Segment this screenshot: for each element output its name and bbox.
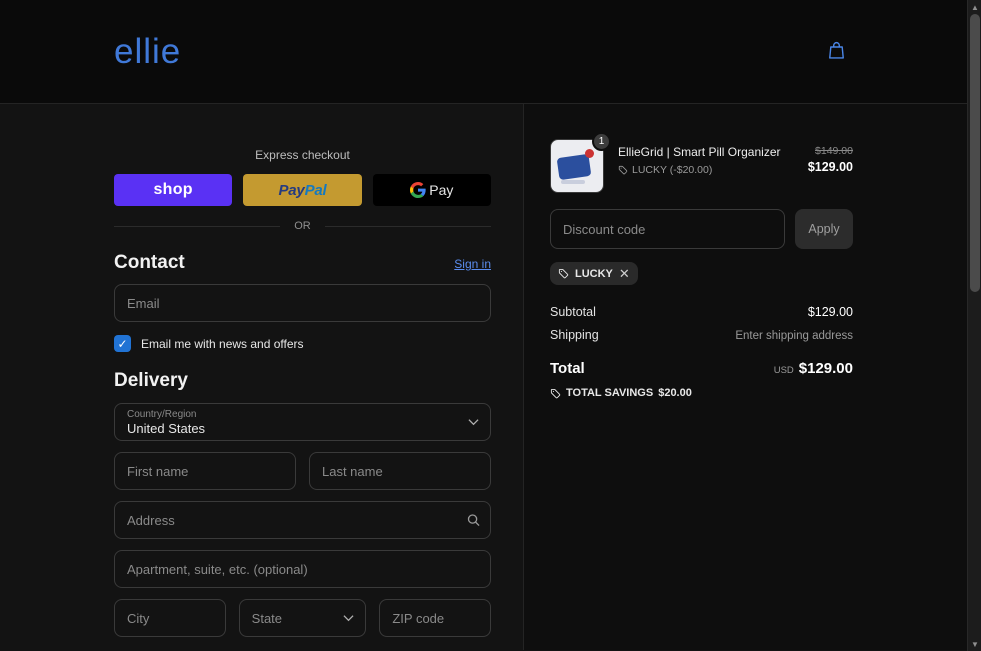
newsletter-checkbox[interactable]: ✓ bbox=[114, 335, 131, 352]
google-pay-button[interactable]: Pay bbox=[372, 174, 491, 206]
express-checkout-buttons: shop Pay Pal Pay bbox=[114, 174, 491, 206]
tag-icon bbox=[618, 165, 628, 175]
total-savings-row: TOTAL SAVINGS $20.00 bbox=[550, 387, 853, 399]
search-icon bbox=[467, 514, 480, 527]
original-price: $149.00 bbox=[815, 145, 853, 157]
checkout-viewport: ellie Express checkout shop Pay Pal Pay … bbox=[0, 0, 967, 651]
shipping-label: Shipping bbox=[550, 328, 599, 342]
city-input[interactable] bbox=[114, 599, 226, 637]
paypal-button[interactable]: Pay Pal bbox=[243, 174, 362, 206]
checkout-page: ellie Express checkout shop Pay Pal Pay … bbox=[0, 0, 981, 651]
order-summary: 1 EllieGrid | Smart Pill Organizer LUCKY… bbox=[523, 104, 967, 650]
divider-line bbox=[324, 225, 491, 227]
or-text: OR bbox=[294, 220, 311, 232]
cart-button[interactable] bbox=[822, 36, 851, 68]
delivery-heading: Delivery bbox=[114, 370, 188, 391]
country-select-label: Country/Region bbox=[127, 408, 197, 420]
discount-chip-label: LUCKY bbox=[575, 267, 613, 280]
address-input[interactable] bbox=[114, 501, 491, 539]
paypal-label-pal: Pal bbox=[304, 181, 327, 199]
address-field-wrap bbox=[114, 501, 491, 539]
product-image-art bbox=[556, 153, 592, 181]
subtotal-row: Subtotal $129.00 bbox=[550, 305, 853, 319]
savings-label: TOTAL SAVINGS bbox=[566, 387, 654, 399]
divider-line bbox=[114, 225, 281, 227]
savings-value: $20.00 bbox=[658, 387, 692, 399]
zip-input[interactable] bbox=[379, 599, 492, 637]
scroll-down-arrow-icon[interactable]: ▼ bbox=[968, 637, 981, 651]
tag-icon bbox=[558, 268, 569, 279]
cart-line-item: 1 EllieGrid | Smart Pill Organizer LUCKY… bbox=[550, 132, 853, 193]
city-state-zip-row: State bbox=[114, 599, 492, 637]
remove-discount-button[interactable]: ✕ bbox=[619, 267, 630, 280]
currency-code: USD bbox=[773, 365, 794, 376]
discount-note: LUCKY (-$20.00) bbox=[632, 164, 713, 176]
contact-section-head: Contact Sign in bbox=[114, 252, 491, 274]
product-title: EllieGrid | Smart Pill Organizer bbox=[618, 145, 781, 159]
scrollbar-thumb[interactable] bbox=[970, 14, 980, 292]
country-select-value: United States bbox=[127, 420, 206, 436]
paypal-label-pay: Pay bbox=[278, 181, 305, 199]
scroll-up-arrow-icon[interactable]: ▲ bbox=[968, 0, 981, 14]
newsletter-opt-in[interactable]: ✓ Email me with news and offers bbox=[114, 335, 491, 352]
total-value: $129.00 bbox=[798, 360, 853, 377]
product-image-art bbox=[585, 149, 594, 158]
google-g-icon bbox=[410, 182, 426, 198]
product-info: EllieGrid | Smart Pill Organizer LUCKY (… bbox=[618, 139, 794, 176]
totals: Subtotal $129.00 Shipping Enter shipping… bbox=[550, 305, 853, 399]
subtotal-label: Subtotal bbox=[550, 305, 596, 319]
newsletter-label: Email me with news and offers bbox=[141, 336, 304, 351]
subtotal-value: $129.00 bbox=[807, 305, 853, 319]
checkout-columns: Express checkout shop Pay Pal Pay OR Con… bbox=[0, 104, 967, 650]
current-price: $129.00 bbox=[807, 160, 853, 174]
header: ellie bbox=[0, 0, 967, 104]
quantity-badge: 1 bbox=[592, 132, 611, 151]
google-pay-label: Pay bbox=[429, 182, 454, 198]
checkout-form: Express checkout shop Pay Pal Pay OR Con… bbox=[0, 104, 523, 650]
shopping-bag-icon bbox=[826, 40, 847, 64]
tag-icon bbox=[550, 388, 561, 399]
state-select-value: State bbox=[251, 610, 283, 626]
vertical-scrollbar[interactable]: ▲ ▼ bbox=[967, 0, 981, 651]
product-image-art bbox=[561, 180, 585, 184]
shipping-row: Shipping Enter shipping address bbox=[550, 328, 853, 342]
chevron-down-icon bbox=[468, 419, 479, 426]
discount-chip: LUCKY ✕ bbox=[550, 262, 638, 285]
total-row: Total USD $129.00 bbox=[550, 360, 853, 377]
express-checkout-label: Express checkout bbox=[255, 148, 350, 162]
first-name-input[interactable] bbox=[114, 452, 296, 490]
contact-heading: Contact bbox=[114, 252, 185, 273]
last-name-input[interactable] bbox=[309, 452, 491, 490]
line-item-discount: LUCKY (-$20.00) bbox=[618, 164, 794, 176]
apartment-input[interactable] bbox=[114, 550, 491, 588]
country-select[interactable]: Country/Region United States bbox=[114, 403, 491, 441]
total-label: Total bbox=[550, 360, 585, 377]
email-input[interactable] bbox=[114, 284, 491, 322]
shipping-value: Enter shipping address bbox=[735, 330, 853, 342]
chevron-down-icon bbox=[343, 615, 354, 622]
state-select[interactable]: State bbox=[238, 599, 367, 637]
shop-pay-button[interactable]: shop bbox=[114, 174, 233, 206]
line-item-prices: $149.00 $129.00 bbox=[808, 139, 853, 174]
sign-in-link[interactable]: Sign in bbox=[454, 257, 491, 271]
apply-discount-button[interactable]: Apply bbox=[795, 209, 853, 249]
product-thumbnail: 1 bbox=[550, 132, 611, 193]
total-amount: USD $129.00 bbox=[774, 360, 853, 377]
store-logo[interactable]: ellie bbox=[114, 32, 181, 72]
name-row bbox=[114, 452, 491, 490]
discount-code-input[interactable] bbox=[550, 209, 785, 249]
or-divider: OR bbox=[114, 220, 491, 232]
shop-pay-label: shop bbox=[153, 181, 193, 198]
discount-code-row: Apply bbox=[550, 209, 853, 249]
applied-discounts: LUCKY ✕ bbox=[550, 262, 853, 285]
